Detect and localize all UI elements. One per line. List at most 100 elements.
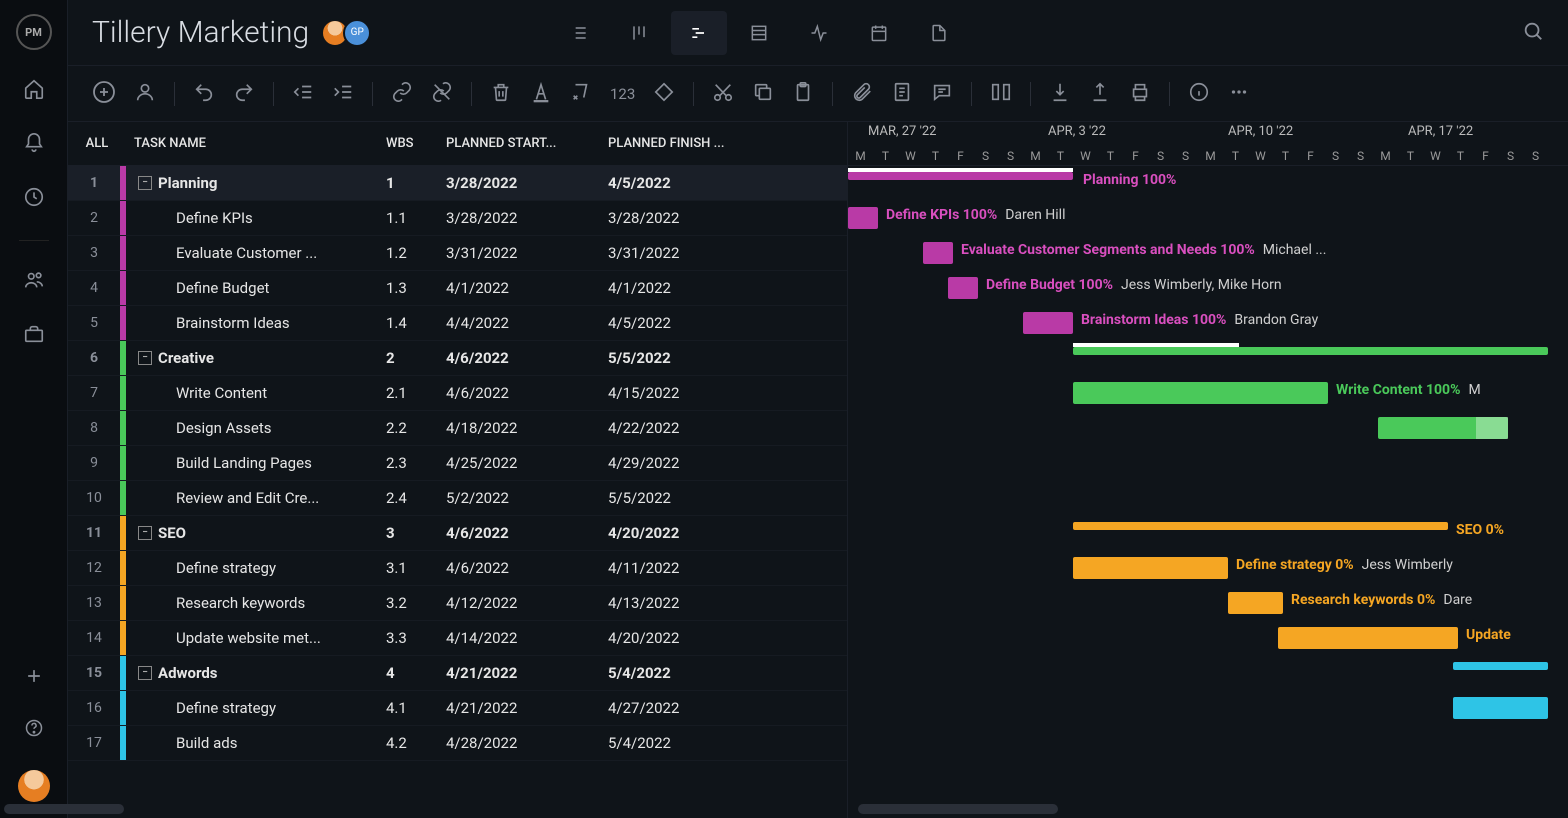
finish-cell[interactable]: 4/5/2022: [608, 174, 770, 192]
gantt-task-bar[interactable]: [923, 242, 953, 264]
finish-cell[interactable]: 5/5/2022: [608, 489, 770, 507]
gantt-task-bar[interactable]: [1378, 417, 1508, 439]
wbs-cell[interactable]: 3.1: [386, 559, 446, 577]
finish-cell[interactable]: 5/5/2022: [608, 349, 770, 367]
col-wbs[interactable]: WBS: [386, 136, 446, 151]
task-name-cell[interactable]: Design Assets: [126, 419, 386, 437]
wbs-cell[interactable]: 3.2: [386, 594, 446, 612]
task-name-cell[interactable]: Define strategy: [126, 559, 386, 577]
finish-cell[interactable]: 4/15/2022: [608, 384, 770, 402]
wbs-cell[interactable]: 3.3: [386, 629, 446, 647]
finish-cell[interactable]: 5/4/2022: [608, 734, 770, 752]
start-cell[interactable]: 4/6/2022: [446, 349, 608, 367]
finish-cell[interactable]: 4/20/2022: [608, 524, 770, 542]
member-avatar[interactable]: GP: [343, 19, 371, 47]
task-row[interactable]: 15−Adwords44/21/20225/4/2022: [68, 656, 847, 691]
start-cell[interactable]: 4/6/2022: [446, 524, 608, 542]
gantt-summary-bar[interactable]: [1453, 662, 1548, 670]
start-cell[interactable]: 3/31/2022: [446, 244, 608, 262]
task-row[interactable]: 14Update website met...3.34/14/20224/20/…: [68, 621, 847, 656]
add-task-icon[interactable]: [92, 80, 116, 108]
redo-icon[interactable]: [233, 81, 255, 107]
task-row[interactable]: 6−Creative24/6/20225/5/2022: [68, 341, 847, 376]
finish-cell[interactable]: 4/27/2022: [608, 699, 770, 717]
comment-icon[interactable]: [931, 81, 953, 107]
task-row[interactable]: 1−Planning13/28/20224/5/2022: [68, 166, 847, 201]
wbs-cell[interactable]: 1.1: [386, 209, 446, 227]
task-row[interactable]: 5Brainstorm Ideas1.44/4/20224/5/2022: [68, 306, 847, 341]
task-row[interactable]: 3Evaluate Customer ...1.23/31/20223/31/2…: [68, 236, 847, 271]
wbs-cell[interactable]: 2.1: [386, 384, 446, 402]
task-name-cell[interactable]: Evaluate Customer ...: [126, 244, 386, 262]
copy-icon[interactable]: [752, 81, 774, 107]
gantt-task-bar[interactable]: [1453, 697, 1548, 719]
start-cell[interactable]: 4/4/2022: [446, 314, 608, 332]
gantt-chart[interactable]: MAR, 27 '22APR, 3 '22APR, 10 '22APR, 17 …: [848, 122, 1568, 818]
bell-icon[interactable]: [23, 132, 45, 158]
task-name-cell[interactable]: Build ads: [126, 734, 386, 752]
task-row[interactable]: 12Define strategy3.14/6/20224/11/2022: [68, 551, 847, 586]
gantt-summary-bar[interactable]: [848, 172, 1073, 180]
task-name-cell[interactable]: Research keywords: [126, 594, 386, 612]
task-row[interactable]: 8Design Assets2.24/18/20224/22/2022: [68, 411, 847, 446]
gantt-task-bar[interactable]: [1278, 627, 1458, 649]
search-icon[interactable]: [1522, 20, 1544, 46]
task-name-cell[interactable]: Build Landing Pages: [126, 454, 386, 472]
outdent-icon[interactable]: [292, 81, 314, 107]
col-name[interactable]: TASK NAME: [126, 136, 386, 151]
text-color-icon[interactable]: [530, 81, 552, 107]
col-finish[interactable]: PLANNED FINISH ...: [608, 136, 770, 151]
home-icon[interactable]: [23, 78, 45, 104]
more-icon[interactable]: [1228, 81, 1250, 107]
start-cell[interactable]: 4/21/2022: [446, 699, 608, 717]
finish-cell[interactable]: 3/28/2022: [608, 209, 770, 227]
gantt-task-bar[interactable]: [1073, 382, 1328, 404]
task-name-cell[interactable]: −Adwords: [126, 664, 386, 682]
start-cell[interactable]: 4/21/2022: [446, 664, 608, 682]
finish-cell[interactable]: 4/5/2022: [608, 314, 770, 332]
collapse-icon[interactable]: −: [138, 666, 152, 680]
project-members[interactable]: GP: [327, 19, 371, 47]
list-view-icon[interactable]: [551, 11, 607, 55]
delete-icon[interactable]: [490, 81, 512, 107]
clear-format-icon[interactable]: [570, 81, 592, 107]
task-name-cell[interactable]: Define KPIs: [126, 209, 386, 227]
percent-label[interactable]: 123: [610, 85, 635, 103]
calendar-view-icon[interactable]: [851, 11, 907, 55]
attach-icon[interactable]: [851, 81, 873, 107]
cut-icon[interactable]: [712, 81, 734, 107]
gantt-task-bar[interactable]: [948, 277, 978, 299]
plus-icon[interactable]: [24, 666, 44, 690]
task-row[interactable]: 10Review and Edit Cre...2.45/2/20225/5/2…: [68, 481, 847, 516]
wbs-cell[interactable]: 2.4: [386, 489, 446, 507]
notes-icon[interactable]: [891, 81, 913, 107]
task-name-cell[interactable]: Define strategy: [126, 699, 386, 717]
finish-cell[interactable]: 3/31/2022: [608, 244, 770, 262]
task-row[interactable]: 4Define Budget1.34/1/20224/1/2022: [68, 271, 847, 306]
sheet-view-icon[interactable]: [731, 11, 787, 55]
activity-view-icon[interactable]: [791, 11, 847, 55]
start-cell[interactable]: 4/14/2022: [446, 629, 608, 647]
collapse-icon[interactable]: −: [138, 351, 152, 365]
wbs-cell[interactable]: 4: [386, 664, 446, 682]
indent-icon[interactable]: [332, 81, 354, 107]
briefcase-icon[interactable]: [23, 323, 45, 349]
link-icon[interactable]: [391, 81, 413, 107]
columns-icon[interactable]: [990, 81, 1012, 107]
wbs-cell[interactable]: 2.3: [386, 454, 446, 472]
paste-icon[interactable]: [792, 81, 814, 107]
collapse-icon[interactable]: −: [138, 176, 152, 190]
wbs-cell[interactable]: 1.2: [386, 244, 446, 262]
start-cell[interactable]: 3/28/2022: [446, 209, 608, 227]
start-cell[interactable]: 4/1/2022: [446, 279, 608, 297]
start-cell[interactable]: 4/25/2022: [446, 454, 608, 472]
task-row[interactable]: 2Define KPIs1.13/28/20223/28/2022: [68, 201, 847, 236]
finish-cell[interactable]: 4/20/2022: [608, 629, 770, 647]
unlink-icon[interactable]: [431, 81, 453, 107]
people-icon[interactable]: [23, 269, 45, 295]
user-avatar[interactable]: [18, 770, 50, 802]
task-name-cell[interactable]: −SEO: [126, 524, 386, 542]
start-cell[interactable]: 4/18/2022: [446, 419, 608, 437]
help-icon[interactable]: [24, 718, 44, 742]
task-row[interactable]: 9Build Landing Pages2.34/25/20224/29/202…: [68, 446, 847, 481]
